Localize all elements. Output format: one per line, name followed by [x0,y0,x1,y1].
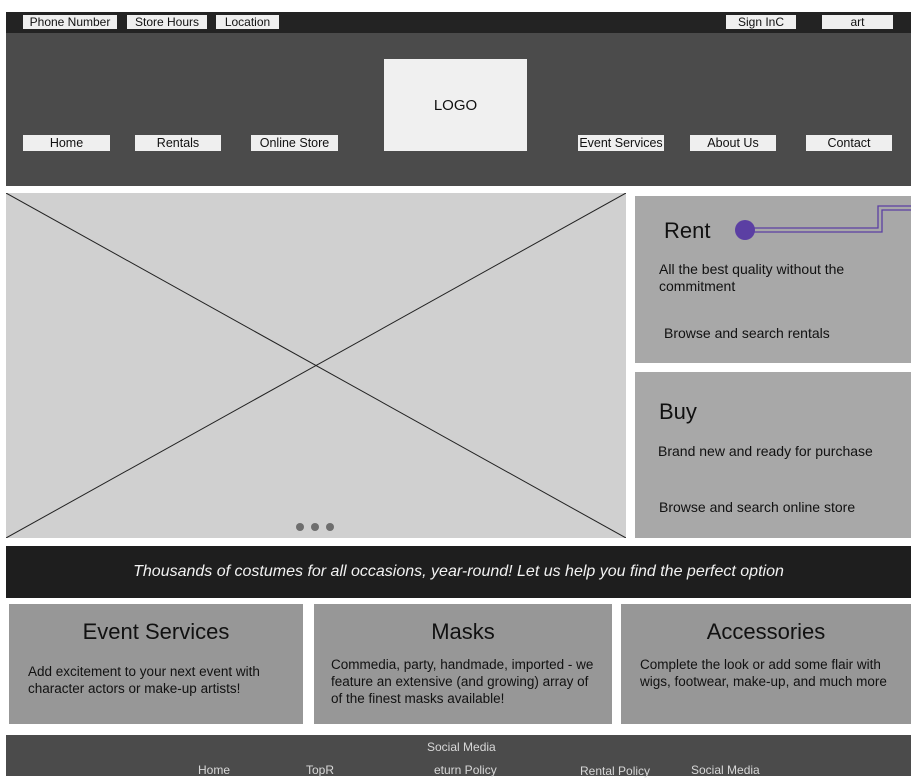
cart-link[interactable]: art [822,15,893,29]
accessories-text: Complete the look or add some flair with… [640,657,887,689]
event-services-text: Add excitement to your next event with c… [28,664,260,696]
site-logo[interactable]: LOGO [384,59,527,151]
tagline-text: Thousands of costumes for all occasions,… [133,563,784,580]
footer-social-heading: Social Media [427,740,496,754]
footer-top-link[interactable]: TopR [306,763,334,777]
carousel-dot-3[interactable] [326,523,334,531]
accessories-title: Accessories [706,619,826,644]
tagline-banner: Thousands of costumes for all occasions,… [6,546,911,598]
location-link[interactable]: Location [216,15,279,29]
nav-online-store[interactable]: Online Store [251,135,338,151]
buy-title: Buy [659,399,697,424]
nav-rentals[interactable]: Rentals [135,135,221,151]
carousel-dot-2[interactable] [311,523,319,531]
footer-social-link[interactable]: Social Media [691,763,760,777]
nav-event-services[interactable]: Event Services [578,135,664,151]
rent-connector-icon [735,205,911,240]
masks-card[interactable]: Masks Commedia, party, handmade, importe… [314,604,612,724]
store-hours-link[interactable]: Store Hours [127,15,207,29]
nav-home[interactable]: Home [23,135,110,151]
event-services-title: Event Services [82,619,230,644]
accessories-card[interactable]: Accessories Complete the look or add som… [621,604,911,724]
footer-return-policy-link[interactable]: eturn Policy [434,763,497,777]
masks-text: Commedia, party, handmade, imported - we… [331,657,594,706]
masks-title: Masks [431,619,495,644]
image-placeholder-icon [6,193,626,538]
carousel-dot-1[interactable] [296,523,304,531]
sign-in-link[interactable]: Sign InC [726,15,796,29]
hero-carousel[interactable] [6,193,626,538]
rent-title: Rent [664,218,711,243]
footer-home-link[interactable]: Home [198,763,230,777]
buy-browse-link[interactable]: Browse and search online store [659,499,855,516]
nav-about-us[interactable]: About Us [690,135,776,151]
event-services-card[interactable]: Event Services Add excitement to your ne… [9,604,303,724]
buy-description: Brand new and ready for purchase [658,443,873,459]
rent-browse-link[interactable]: Browse and search rentals [664,325,830,342]
nav-contact[interactable]: Contact [806,135,892,151]
rent-description: All the best quality without the commitm… [659,261,845,294]
phone-number-link[interactable]: Phone Number [23,15,117,29]
